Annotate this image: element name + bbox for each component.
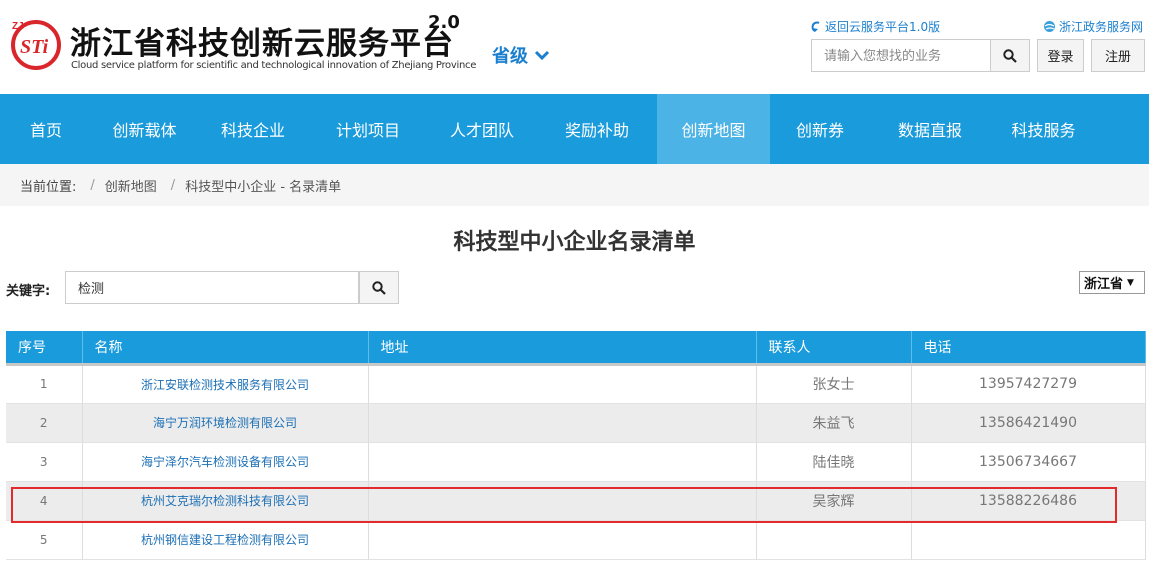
province-value: 浙江省 xyxy=(1084,277,1124,292)
row-no: 3 xyxy=(6,442,83,482)
row-phone: 13588226486 xyxy=(911,481,1146,521)
nav-item-home[interactable]: 首页 xyxy=(0,94,92,164)
column-header-name: 名称 xyxy=(82,331,369,366)
row-phone: 13957427279 xyxy=(911,364,1146,404)
level-selector[interactable]: 省级 xyxy=(492,42,550,68)
main-nav: 首页 创新载体 科技企业 计划项目 人才团队 奖励补助 创新地图 创新券 数据直… xyxy=(0,94,1149,164)
company-name-link[interactable]: 海宁万润环境检测有限公司 xyxy=(82,403,369,443)
back-to-v1-link[interactable]: 返回云服务平台1.0版 xyxy=(810,18,940,35)
nav-item-tech-service[interactable]: 科技服务 xyxy=(990,94,1097,164)
svg-text:STi: STi xyxy=(20,36,49,58)
globe-icon xyxy=(1044,21,1055,32)
nav-item-rewards[interactable]: 奖励补助 xyxy=(537,94,657,164)
site-header: STi ZJ 浙江省科技创新云服务平台 2.0 Cloud service pl… xyxy=(0,0,1149,94)
nav-item-tech-enterprise[interactable]: 科技企业 xyxy=(197,94,309,164)
row-no: 1 xyxy=(6,364,83,404)
level-label: 省级 xyxy=(492,46,528,67)
row-phone: 13586421490 xyxy=(911,403,1146,443)
gov-link-label: 浙江政务服务网 xyxy=(1059,20,1144,34)
company-name-link[interactable]: 杭州艾克瑞尔检测科技有限公司 xyxy=(82,481,369,521)
row-address xyxy=(368,442,757,482)
row-no: 2 xyxy=(6,403,83,443)
page-title: 科技型中小企业名录清单 xyxy=(453,230,696,255)
column-header-phone: 电话 xyxy=(911,331,1146,366)
keyword-label: 关键字: xyxy=(6,284,51,299)
column-header-address: 地址 xyxy=(368,331,757,366)
company-name-link[interactable]: 浙江安联检测技术服务有限公司 xyxy=(82,364,369,404)
breadcrumb: 当前位置: / 创新地图 / 科技型中小企业 - 名录清单 xyxy=(0,164,1149,206)
row-phone: 13506734667 xyxy=(911,442,1146,482)
row-address xyxy=(368,403,757,443)
table-row: 4 杭州艾克瑞尔检测科技有限公司 吴家辉 13588226486 xyxy=(6,481,1146,521)
column-header-no: 序号 xyxy=(6,331,83,366)
keyword-search-button[interactable] xyxy=(359,271,399,304)
login-button[interactable]: 登录 xyxy=(1037,39,1084,72)
breadcrumb-item-innovation-map[interactable]: 创新地图 xyxy=(105,176,157,195)
table-row: 2 海宁万润环境检测有限公司 朱益飞 13586421490 xyxy=(6,403,1146,443)
nav-item-innovation-carrier[interactable]: 创新载体 xyxy=(92,94,197,164)
return-arrow-icon xyxy=(811,21,820,32)
gov-service-link[interactable]: 浙江政务服务网 xyxy=(1043,18,1143,35)
table-row: 3 海宁泽尔汽车检测设备有限公司 陆佳晓 13506734667 xyxy=(6,442,1146,482)
header-search-input[interactable] xyxy=(811,39,990,72)
register-button[interactable]: 注册 xyxy=(1091,39,1145,72)
back-link-label: 返回云服务平台1.0版 xyxy=(825,20,941,34)
search-icon xyxy=(372,280,386,295)
table-header-row: 序号 名称 地址 联系人 电话 xyxy=(6,331,1146,366)
enterprise-table: 序号 名称 地址 联系人 电话 1 浙江安联检测技术服务有限公司 张女士 139… xyxy=(6,331,1146,560)
row-no: 4 xyxy=(6,481,83,521)
keyword-input[interactable] xyxy=(65,271,359,304)
chevron-down-icon xyxy=(534,50,550,61)
header-search-button[interactable] xyxy=(990,39,1030,72)
svg-text:ZJ: ZJ xyxy=(12,21,24,32)
caret-down-icon: ▼ xyxy=(1127,277,1134,288)
row-contact: 吴家辉 xyxy=(756,481,912,521)
breadcrumb-label: 当前位置: xyxy=(20,179,77,195)
nav-item-plan-project[interactable]: 计划项目 xyxy=(309,94,427,164)
row-contact: 陆佳晓 xyxy=(756,442,912,482)
nav-item-innovation-map[interactable]: 创新地图 xyxy=(657,94,770,164)
row-contact xyxy=(756,520,912,560)
row-address xyxy=(368,364,757,404)
company-name-link[interactable]: 海宁泽尔汽车检测设备有限公司 xyxy=(82,442,369,482)
row-address xyxy=(368,520,757,560)
table-row: 1 浙江安联检测技术服务有限公司 张女士 13957427279 xyxy=(6,364,1146,404)
nav-item-data-report[interactable]: 数据直报 xyxy=(870,94,990,164)
row-contact: 张女士 xyxy=(756,364,912,404)
nav-item-innovation-voucher[interactable]: 创新券 xyxy=(770,94,870,164)
column-header-contact: 联系人 xyxy=(756,331,912,366)
nav-item-talent-team[interactable]: 人才团队 xyxy=(427,94,537,164)
sti-logo-icon: STi ZJ xyxy=(11,20,61,70)
company-name-link[interactable]: 杭州钢信建设工程检测有限公司 xyxy=(82,520,369,560)
site-version: 2.0 xyxy=(428,12,460,33)
breadcrumb-item-current: 科技型中小企业 - 名录清单 xyxy=(185,179,342,195)
row-contact: 朱益飞 xyxy=(756,403,912,443)
site-title: 浙江省科技创新云服务平台 xyxy=(70,26,454,62)
table-row: 5 杭州钢信建设工程检测有限公司 xyxy=(6,520,1146,560)
row-address xyxy=(368,481,757,521)
row-phone xyxy=(911,520,1146,560)
province-select[interactable]: 浙江省 ▼ xyxy=(1079,271,1145,294)
row-no: 5 xyxy=(6,520,83,560)
site-subtitle: Cloud service platform for scientific an… xyxy=(71,60,477,71)
search-icon xyxy=(1003,48,1017,63)
